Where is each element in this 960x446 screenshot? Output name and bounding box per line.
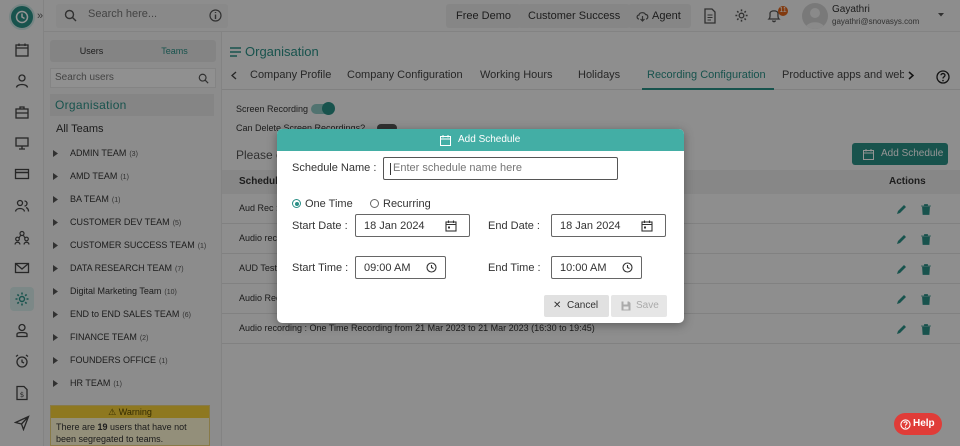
one-time-radio[interactable] bbox=[292, 199, 301, 208]
one-time-label[interactable]: One Time bbox=[305, 198, 353, 210]
end-time-field[interactable]: 10:00 AM bbox=[551, 256, 642, 279]
start-date-field[interactable]: 18 Jan 2024 bbox=[355, 214, 470, 237]
cancel-label: Cancel bbox=[567, 300, 599, 311]
end-time-label: End Time : bbox=[488, 262, 541, 274]
start-time-label: Start Time : bbox=[292, 262, 349, 274]
help-circle-icon bbox=[900, 419, 911, 430]
end-date-field[interactable]: 18 Jan 2024 bbox=[551, 214, 666, 237]
start-date-label: Start Date : bbox=[292, 220, 348, 232]
add-schedule-dialog: Add Schedule Schedule Name : One Time Re… bbox=[277, 129, 684, 323]
save-button[interactable]: Save bbox=[611, 295, 667, 317]
recurring-label[interactable]: Recurring bbox=[383, 198, 431, 210]
floppy-disk-icon bbox=[621, 301, 631, 311]
start-time-value: 09:00 AM bbox=[364, 262, 411, 274]
clock-icon[interactable] bbox=[622, 262, 633, 273]
calendar-icon[interactable] bbox=[445, 220, 457, 232]
dialog-header: Add Schedule bbox=[277, 129, 684, 151]
start-date-value: 18 Jan 2024 bbox=[364, 220, 425, 232]
save-label: Save bbox=[636, 300, 659, 311]
start-time-field[interactable]: 09:00 AM bbox=[355, 256, 446, 279]
calendar-plus-icon bbox=[440, 135, 451, 146]
text-cursor bbox=[390, 163, 391, 175]
calendar-icon[interactable] bbox=[641, 220, 653, 232]
help-label: Help bbox=[913, 418, 935, 429]
end-date-label: End Date : bbox=[488, 220, 540, 232]
schedule-name-input[interactable] bbox=[393, 162, 613, 174]
end-date-value: 18 Jan 2024 bbox=[560, 220, 621, 232]
dialog-title: Add Schedule bbox=[458, 134, 521, 145]
schedule-name-label: Schedule Name : bbox=[292, 162, 377, 174]
end-time-value: 10:00 AM bbox=[560, 262, 607, 274]
schedule-name-field[interactable] bbox=[383, 157, 618, 180]
recurring-radio[interactable] bbox=[370, 199, 379, 208]
close-icon: ✕ bbox=[553, 300, 562, 311]
help-button[interactable]: Help bbox=[894, 413, 942, 435]
cancel-button[interactable]: ✕ Cancel bbox=[544, 295, 609, 317]
clock-icon[interactable] bbox=[426, 262, 437, 273]
